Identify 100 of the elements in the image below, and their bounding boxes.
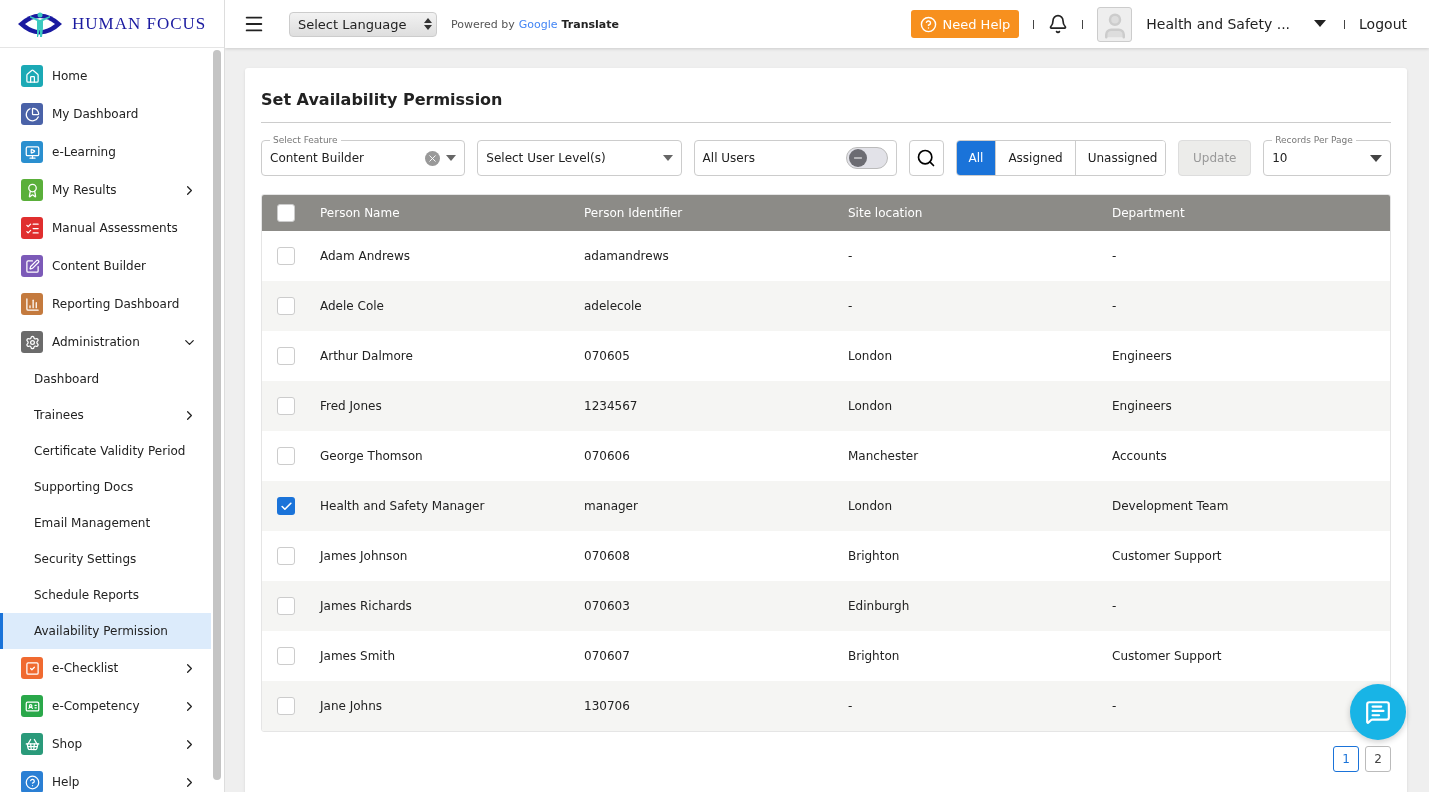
checkbox[interactable] — [277, 547, 295, 565]
column-header: Department — [1112, 206, 1185, 220]
table-cell: 1234567 — [584, 399, 638, 413]
sidebar-item[interactable]: Help — [0, 763, 211, 792]
sidebar-label: e-Checklist — [52, 661, 120, 675]
sidebar-item[interactable]: Content Builder — [0, 247, 211, 285]
table-cell: London — [848, 349, 892, 363]
sidebar-label: Content Builder — [52, 259, 147, 273]
sidebar-label: Schedule Reports — [34, 588, 140, 602]
checkbox[interactable] — [277, 447, 295, 465]
table-cell: James Johnson — [320, 549, 408, 563]
page-button[interactable]: 1 — [1333, 746, 1359, 772]
sidebar-label: Home — [52, 69, 89, 83]
table-cell: Adam Andrews — [320, 249, 411, 263]
sidebar-item[interactable]: Reporting Dashboard — [0, 285, 211, 323]
brand-name: HUMAN FOCUS — [72, 13, 207, 34]
scrollbar[interactable] — [213, 50, 221, 780]
table-cell: George Thomson — [320, 449, 423, 463]
table-cell: Accounts — [1112, 449, 1167, 463]
sidebar-label: Shop — [52, 737, 84, 751]
sidebar-item[interactable]: Dashboard — [0, 361, 211, 397]
table-cell: Adele Cole — [320, 299, 384, 313]
logout-link[interactable]: Logout — [1359, 16, 1407, 32]
powered-by-text: Powered by Google Translate — [451, 17, 619, 31]
clear-icon[interactable] — [425, 150, 441, 166]
question-icon — [919, 15, 937, 33]
sidebar-item[interactable]: Schedule Reports — [0, 577, 211, 613]
bell-icon[interactable] — [1048, 14, 1069, 34]
sidebar-label: Trainees — [34, 408, 85, 422]
column-header: Person Name — [320, 206, 400, 220]
checkbox[interactable] — [277, 397, 295, 415]
checkbox[interactable] — [277, 597, 295, 615]
table-cell: Brighton — [848, 549, 900, 563]
sidebar-item[interactable]: My Dashboard — [0, 95, 211, 133]
table-cell: manager — [584, 499, 638, 513]
table-cell: Brighton — [848, 649, 900, 663]
checkbox[interactable] — [277, 497, 295, 515]
search-button[interactable] — [908, 140, 944, 176]
table-cell: - — [848, 249, 853, 263]
table-cell: James Smith — [320, 649, 395, 663]
sidebar-item[interactable]: Trainees — [0, 397, 211, 433]
sidebar-label: Certificate Validity Period — [34, 444, 187, 458]
table-cell: Customer Support — [1112, 549, 1222, 563]
column-header: Person Identifier — [584, 206, 683, 220]
table-cell: adamandrews — [584, 249, 669, 263]
table-cell: - — [1112, 299, 1117, 313]
caret-icon[interactable] — [1314, 20, 1327, 28]
sort-arrows-icon — [424, 18, 432, 30]
table-cell: 070606 — [584, 449, 630, 463]
sidebar-item[interactable]: My Results — [0, 171, 211, 209]
checkbox[interactable] — [277, 297, 295, 315]
filter-tab[interactable]: Unassigned — [1074, 141, 1166, 175]
table-cell: adelecole — [584, 299, 642, 313]
sidebar-item[interactable]: Manual Assessments — [0, 209, 211, 247]
table-cell: Engineers — [1112, 349, 1172, 363]
sidebar-label: e-Learning — [52, 145, 117, 159]
sidebar-item[interactable]: Supporting Docs — [0, 469, 211, 505]
filter-tab[interactable]: All — [956, 141, 996, 175]
table-cell: 070603 — [584, 599, 630, 613]
table-cell: Health and Safety Manager — [320, 499, 485, 513]
checkbox[interactable] — [277, 247, 295, 265]
sidebar-label: Supporting Docs — [34, 480, 135, 494]
table-cell: - — [1112, 249, 1117, 263]
caret-icon[interactable] — [1370, 154, 1382, 162]
table-cell: - — [848, 699, 853, 713]
table-cell: 130706 — [584, 699, 630, 713]
table-cell: 070605 — [584, 349, 630, 363]
table-cell: London — [848, 499, 892, 513]
sidebar-item[interactable]: e-Competency — [0, 687, 211, 725]
sidebar-label: e-Competency — [52, 699, 141, 713]
checkbox[interactable] — [277, 347, 295, 365]
table-cell: 070608 — [584, 549, 630, 563]
sidebar-label: Security Settings — [34, 552, 138, 566]
sidebar-item[interactable]: e-Learning — [0, 133, 211, 171]
sidebar-item[interactable]: Shop — [0, 725, 211, 763]
page-button[interactable]: 2 — [1365, 746, 1391, 772]
sidebar-item[interactable]: e-Checklist — [0, 649, 211, 687]
table-cell: - — [1112, 699, 1117, 713]
table-cell: 070607 — [584, 649, 630, 663]
checkbox[interactable] — [277, 204, 295, 222]
sidebar-item[interactable]: Email Management — [0, 505, 211, 541]
sidebar-item[interactable]: Administration — [0, 323, 211, 361]
language-select[interactable]: Select Language — [289, 11, 437, 37]
sidebar-item[interactable]: Security Settings — [0, 541, 211, 577]
avatar-icon[interactable] — [1097, 6, 1133, 42]
checkbox[interactable] — [277, 697, 295, 715]
sidebar-label: Availability Permission — [34, 624, 169, 638]
sidebar-label: Administration — [52, 335, 141, 349]
user-name[interactable]: Health and Safety ... — [1146, 16, 1291, 32]
sidebar-label: My Dashboard — [52, 107, 140, 121]
checkbox[interactable] — [277, 647, 295, 665]
sidebar-label: My Results — [52, 183, 118, 197]
table-cell: Customer Support — [1112, 649, 1222, 663]
user-level-select[interactable]: Select User Level(s) — [477, 140, 682, 176]
sidebar-item[interactable]: Certificate Validity Period — [0, 433, 211, 469]
toggle-switch[interactable] — [845, 147, 888, 169]
sidebar-item[interactable]: Availability Permission — [0, 613, 211, 649]
table-cell: Fred Jones — [320, 399, 382, 413]
sidebar-item[interactable]: Home — [0, 57, 211, 95]
sidebar-label: Reporting Dashboard — [52, 297, 181, 311]
